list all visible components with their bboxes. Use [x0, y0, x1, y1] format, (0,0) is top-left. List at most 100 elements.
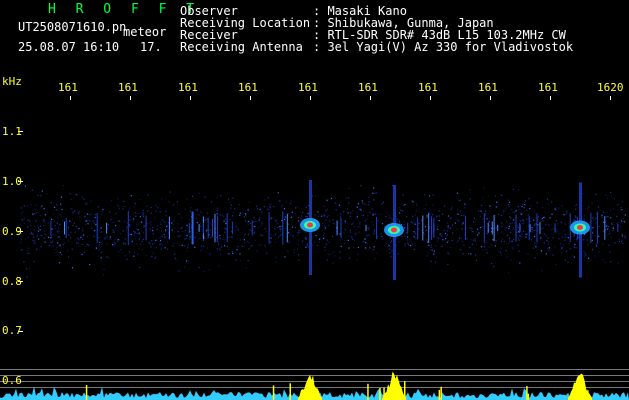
- noise-dot: [546, 247, 549, 250]
- noise-dot: [153, 233, 155, 235]
- noise-dot: [176, 201, 178, 203]
- noise-dot: [291, 226, 294, 228]
- noise-dot: [583, 250, 585, 253]
- noise-dot: [126, 227, 128, 230]
- noise-dot: [184, 230, 186, 232]
- noise-dot: [23, 222, 25, 224]
- noise-dot: [58, 227, 60, 230]
- noise-dot: [457, 240, 459, 242]
- noise-dot: [438, 210, 440, 212]
- noise-dot: [130, 237, 132, 239]
- noise-dot: [228, 236, 230, 238]
- noise-dot: [560, 252, 563, 254]
- noise-streak: [106, 222, 108, 234]
- noise-dot: [345, 197, 347, 199]
- noise-dot: [73, 211, 75, 213]
- noise-dot: [410, 221, 412, 223]
- noise-dot: [509, 201, 511, 203]
- noise-dot: [133, 255, 135, 257]
- noise-dot: [41, 190, 43, 192]
- noise-dot: [216, 248, 219, 250]
- noise-dot: [495, 227, 497, 229]
- noise-dot: [221, 246, 223, 248]
- noise-dot: [595, 193, 597, 195]
- noise-dot: [348, 187, 350, 190]
- noise-dot: [510, 259, 513, 261]
- noise-dot: [57, 231, 59, 233]
- noise-dot: [592, 231, 594, 233]
- noise-dot: [464, 207, 466, 209]
- noise-dot: [272, 217, 274, 219]
- noise-dot: [92, 227, 94, 229]
- noise-dot: [545, 235, 547, 237]
- noise-dot: [77, 238, 79, 240]
- echo-core: [577, 225, 583, 230]
- noise-dot: [141, 249, 143, 251]
- noise-dot: [438, 215, 441, 217]
- noise-dot: [149, 222, 151, 224]
- noise-dot: [237, 229, 239, 231]
- noise-dot: [552, 254, 554, 256]
- noise-dot: [526, 218, 528, 220]
- noise-dot: [307, 212, 309, 214]
- noise-dot: [239, 212, 241, 214]
- noise-dot: [366, 218, 368, 220]
- noise-dot: [225, 222, 227, 225]
- echo-strength-spike: [404, 381, 406, 400]
- noise-dot: [607, 215, 609, 218]
- noise-dot: [91, 213, 93, 215]
- noise-dot: [595, 243, 597, 245]
- noise-dot: [137, 223, 139, 225]
- noise-dot: [488, 246, 490, 248]
- noise-dot: [575, 219, 577, 222]
- noise-dot: [537, 216, 539, 218]
- noise-dot: [620, 207, 622, 209]
- noise-dot: [507, 199, 509, 201]
- noise-dot: [447, 227, 449, 229]
- noise-streak: [422, 215, 424, 241]
- noise-dot: [120, 249, 122, 251]
- noise-dot: [386, 211, 388, 213]
- noise-dot: [160, 223, 162, 225]
- noise-dot: [409, 239, 411, 241]
- noise-dot: [236, 227, 239, 230]
- noise-dot: [348, 247, 350, 249]
- noise-dot: [347, 212, 349, 214]
- noise-dot: [480, 204, 483, 206]
- noise-dot: [129, 219, 131, 221]
- noise-dot: [86, 243, 88, 246]
- noise-dot: [232, 197, 234, 199]
- noise-dot: [84, 223, 87, 225]
- noise-dot: [179, 235, 181, 237]
- noise-dot: [216, 213, 218, 215]
- noise-dot: [136, 223, 138, 225]
- noise-dot: [161, 244, 163, 246]
- noise-dot: [226, 245, 228, 248]
- noise-dot: [531, 227, 533, 229]
- noise-dot: [198, 192, 200, 195]
- noise-dot: [365, 241, 367, 244]
- noise-dot: [399, 221, 401, 223]
- noise-dot: [36, 248, 38, 250]
- noise-dot: [68, 226, 70, 229]
- noise-dot: [270, 237, 272, 239]
- noise-dot: [357, 246, 359, 248]
- noise-dot: [106, 256, 108, 258]
- noise-dot: [98, 244, 100, 246]
- noise-dot: [486, 222, 488, 224]
- echo-count: 17.: [140, 40, 162, 54]
- noise-dot: [514, 211, 516, 213]
- noise-dot: [134, 238, 136, 240]
- noise-dot: [134, 231, 136, 233]
- noise-dot: [512, 219, 515, 221]
- noise-dot: [484, 244, 486, 246]
- noise-dot: [140, 236, 142, 238]
- noise-dot: [339, 257, 341, 259]
- noise-dot: [582, 239, 584, 241]
- noise-dot: [313, 241, 315, 243]
- noise-dot: [563, 230, 565, 232]
- noise-dot: [154, 219, 156, 221]
- noise-streak: [50, 220, 52, 236]
- noise-dot: [512, 211, 514, 213]
- noise-dot: [50, 237, 52, 239]
